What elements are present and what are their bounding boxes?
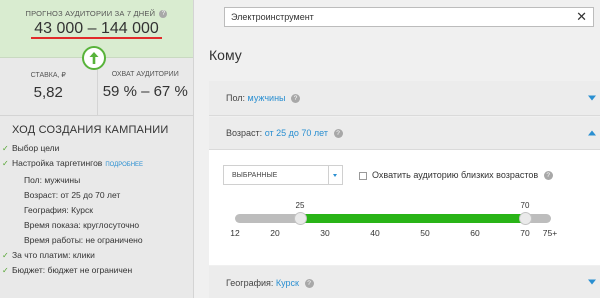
geo-label: География: [226, 278, 274, 288]
sex-value[interactable]: мужчины [248, 93, 286, 103]
slider-high-value: 70 [520, 201, 530, 210]
age-panel: ВЫБРАННЫЕ Охватить аудиторию близких воз… [209, 150, 600, 265]
age-label: Возраст: [226, 128, 263, 138]
slider-tick-label: 30 [320, 228, 330, 238]
slider-tick-label: 40 [370, 228, 380, 238]
main-content: Электроинструмент ✕ Кому Пол: мужчины ? … [204, 0, 600, 298]
chevron-up-icon[interactable] [588, 130, 596, 136]
forecast-range: 43 000 – 144 000 [31, 21, 162, 40]
step-age: Возраст: от 25 до 70 лет [24, 190, 121, 200]
slider-tick-label: 12 [230, 228, 240, 238]
check-icon: ✓ [2, 159, 9, 168]
slider-fill [300, 214, 525, 223]
help-icon[interactable]: ? [159, 10, 168, 19]
coverage-label: ОХВАТ АУДИТОРИИ [111, 71, 179, 78]
slider-handle-high[interactable] [518, 212, 532, 225]
age-mode-value: ВЫБРАННЫЕ [232, 172, 278, 179]
bid-stat: СТАВКА, ₽ 5,82 [0, 58, 97, 115]
chevron-down-icon[interactable] [328, 166, 342, 184]
section-title: Кому [209, 47, 242, 63]
age-row[interactable]: Возраст: от 25 до 70 лет ? [209, 117, 600, 150]
help-icon[interactable]: ? [333, 129, 343, 139]
slider-tick-label: 75+ [542, 228, 558, 238]
similar-ages-label: Охватить аудиторию близких возрастов [372, 170, 539, 180]
more-link[interactable]: ПОДРОБНЕЕ [105, 162, 143, 168]
arrow-up-icon [82, 46, 106, 70]
campaign-steps: ✓ Выбор цели ✓ Настройка таргетингов ПОДРОБ… [0, 136, 193, 278]
similar-ages-checkbox[interactable] [359, 171, 367, 180]
help-icon[interactable]: ? [304, 279, 314, 289]
geo-value[interactable]: Курск [276, 278, 299, 288]
slider-low-value: 25 [295, 201, 305, 210]
step-budget[interactable]: ✓ Бюджет: бюджет не ограничен [2, 263, 193, 278]
coverage-value: 59 % – 67 % [102, 83, 188, 100]
step-goal[interactable]: ✓ Выбор цели [2, 141, 193, 156]
campaign-sidebar: ПРОГНОЗ АУДИТОРИИ ЗА 7 ДНЕЙ ? 43 000 – 1… [0, 0, 194, 298]
step-geo: География: Курск [24, 205, 93, 215]
slider-tick-label: 20 [270, 228, 280, 238]
check-icon: ✓ [2, 251, 9, 260]
chevron-down-icon[interactable] [588, 279, 596, 285]
step-targeting[interactable]: ✓ Настройка таргетингов ПОДРОБНЕЕ [2, 156, 193, 173]
sex-row[interactable]: Пол: мужчины ? [209, 81, 600, 116]
bid-label: СТАВКА, ₽ [30, 72, 66, 79]
slider-handle-low[interactable] [293, 212, 307, 225]
search-value: Электроинструмент [231, 12, 314, 22]
slider-tick-label: 50 [420, 228, 430, 238]
slider-tick-label: 60 [470, 228, 480, 238]
geo-row[interactable]: География: Курск ? [209, 266, 600, 298]
step-pay[interactable]: ✓ За что платим: клики [2, 248, 193, 263]
age-mode-select[interactable]: ВЫБРАННЫЕ [223, 165, 343, 185]
step-work-time: Время работы: не ограничено [24, 235, 143, 245]
steps-title: ХОД СОЗДАНИЯ КАМПАНИИ [12, 124, 169, 136]
close-icon[interactable]: ✕ [576, 10, 587, 24]
help-icon[interactable]: ? [543, 171, 553, 181]
help-icon[interactable]: ? [291, 94, 301, 104]
chevron-down-icon[interactable] [588, 95, 596, 101]
bid-value: 5,82 [33, 84, 63, 101]
age-range-slider[interactable] [235, 212, 551, 225]
check-icon: ✓ [2, 266, 9, 275]
step-sex: Пол: мужчины [24, 175, 81, 185]
similar-ages-option[interactable]: Охватить аудиторию близких возрастов ? [359, 170, 553, 181]
coverage-stat: ОХВАТ АУДИТОРИИ 59 % – 67 % [96, 58, 194, 115]
forecast-label: ПРОГНОЗ АУДИТОРИИ ЗА 7 ДНЕЙ [25, 9, 156, 18]
age-value[interactable]: от 25 до 70 лет [265, 128, 328, 138]
check-icon: ✓ [2, 144, 9, 153]
step-show-time: Время показа: круглосуточно [24, 220, 140, 230]
slider-tick-label: 70 [520, 228, 530, 238]
search-input[interactable]: Электроинструмент ✕ [224, 7, 594, 27]
sex-label: Пол: [226, 93, 246, 103]
